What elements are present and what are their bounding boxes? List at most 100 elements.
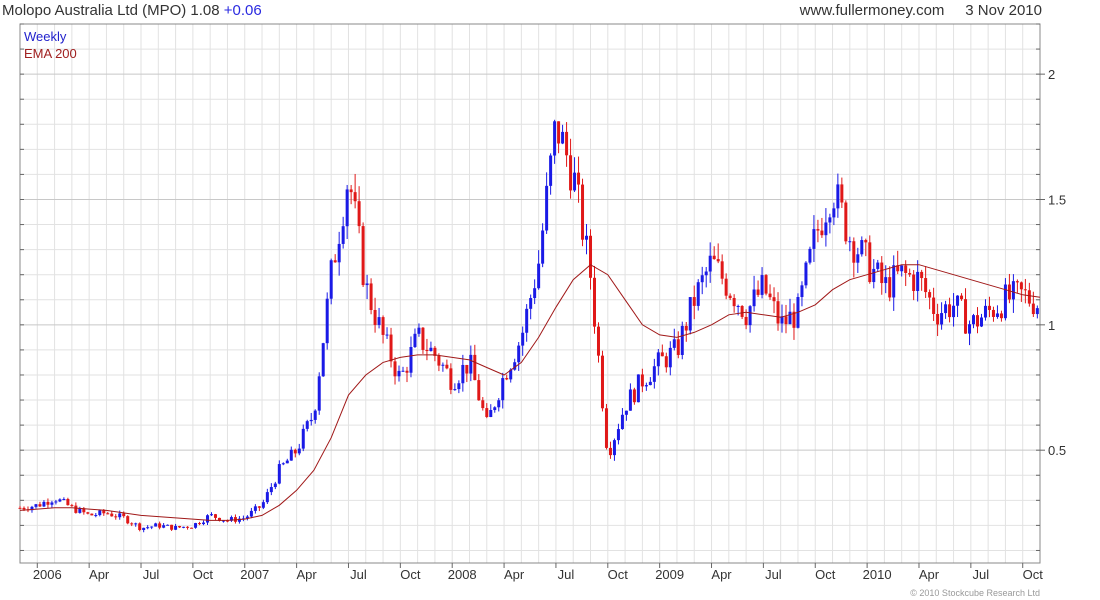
- candle-body: [162, 525, 166, 528]
- candle-body: [186, 526, 190, 528]
- candle-body: [401, 370, 405, 372]
- candle-body: [964, 299, 968, 334]
- candle-body: [441, 364, 445, 366]
- x-tick-label: Oct: [400, 567, 421, 582]
- candle-body: [688, 297, 692, 331]
- candle-body: [1027, 290, 1031, 304]
- candle-body: [445, 364, 449, 369]
- candle-body: [365, 283, 369, 286]
- x-axis: 2006 Apr Jul Oct 2007 Apr Jul Oct 2008 Apr Jul Oct 2…: [33, 563, 1043, 582]
- candle-body: [469, 354, 473, 374]
- candle-body: [1031, 303, 1035, 315]
- candle-body: [748, 306, 752, 326]
- candle-body: [1019, 282, 1023, 290]
- candle-body: [864, 240, 868, 243]
- candle-body: [94, 515, 98, 517]
- candle-body: [54, 501, 58, 503]
- candle-body: [924, 278, 928, 293]
- candle-body: [305, 421, 309, 429]
- candle-body: [983, 305, 987, 318]
- candle-body: [604, 408, 608, 448]
- candle-body: [920, 271, 924, 279]
- candle-body: [656, 352, 660, 367]
- candle-body: [293, 449, 297, 454]
- candle-body: [413, 333, 417, 348]
- candle-body: [636, 374, 640, 403]
- candle-body: [812, 229, 816, 249]
- x-tick-label: Apr: [919, 567, 940, 582]
- candle-body: [537, 263, 541, 289]
- candle-body: [449, 368, 453, 390]
- candle-body: [744, 316, 748, 326]
- candle-body: [608, 447, 612, 456]
- candle-body: [501, 378, 505, 401]
- candle-body: [952, 305, 956, 318]
- candle-body: [956, 295, 960, 306]
- candle-body: [333, 260, 337, 263]
- candle-body: [533, 288, 537, 299]
- x-tick-label: 2007: [240, 567, 269, 582]
- candle-body: [860, 240, 864, 255]
- candle-body: [385, 334, 389, 336]
- candle-body: [285, 460, 289, 464]
- candle-body: [784, 316, 788, 325]
- candle-body: [66, 499, 70, 506]
- x-tick-label: 2006: [33, 567, 62, 582]
- candle-body: [429, 347, 433, 352]
- candle-body: [700, 275, 704, 283]
- candle-body: [652, 366, 656, 382]
- candle-body: [22, 507, 26, 510]
- candle-body: [521, 332, 525, 346]
- candle-body: [888, 277, 892, 298]
- candle-body: [58, 499, 62, 502]
- candle-body: [301, 428, 305, 449]
- candle-body: [979, 317, 983, 327]
- candle-body: [529, 298, 533, 309]
- candle-body: [800, 285, 804, 298]
- candle-body: [493, 407, 497, 411]
- candle-body: [421, 327, 425, 350]
- candle-body: [130, 523, 134, 525]
- candle-body: [377, 317, 381, 325]
- candle-body: [321, 343, 325, 377]
- candle-body: [724, 278, 728, 296]
- x-tick-label: Apr: [296, 567, 317, 582]
- plot-frame: [19, 23, 1041, 564]
- candle-body: [760, 275, 764, 295]
- candle-body: [357, 201, 361, 227]
- candle-body: [928, 292, 932, 298]
- candle-body: [932, 297, 936, 314]
- candle-body: [852, 241, 856, 263]
- candle-body: [704, 271, 708, 276]
- candle-body: [497, 400, 501, 408]
- candle-body: [573, 172, 577, 191]
- chart-root: Molopo Australia Ltd (MPO) 1.08 +0.06 ww…: [0, 0, 1100, 600]
- candle-body: [824, 222, 828, 236]
- candle-body: [62, 499, 66, 501]
- candle-body: [995, 313, 999, 317]
- candle-body: [720, 261, 724, 279]
- candle-body: [628, 389, 632, 411]
- candle-body: [991, 309, 995, 317]
- candle-body: [856, 254, 860, 263]
- candle-body: [975, 315, 979, 327]
- candle-body: [832, 208, 836, 218]
- x-tick-label: Jul: [558, 567, 575, 582]
- candle-body: [70, 505, 74, 507]
- candle-body: [592, 277, 596, 327]
- candle-body: [281, 463, 285, 465]
- candle-body: [102, 510, 106, 514]
- candle-body: [1007, 284, 1011, 300]
- x-tick-label: Apr: [504, 567, 525, 582]
- candle-body: [465, 364, 469, 374]
- candle-body: [170, 524, 174, 530]
- candle-body: [457, 383, 461, 390]
- candle-body: [1035, 308, 1039, 315]
- candle-body: [868, 242, 872, 283]
- candle-body: [716, 259, 720, 262]
- candle-body: [999, 313, 1003, 319]
- candle-body: [916, 271, 920, 292]
- candle-body: [178, 526, 182, 528]
- candle-body: [206, 515, 210, 523]
- x-tick-label: 2010: [863, 567, 892, 582]
